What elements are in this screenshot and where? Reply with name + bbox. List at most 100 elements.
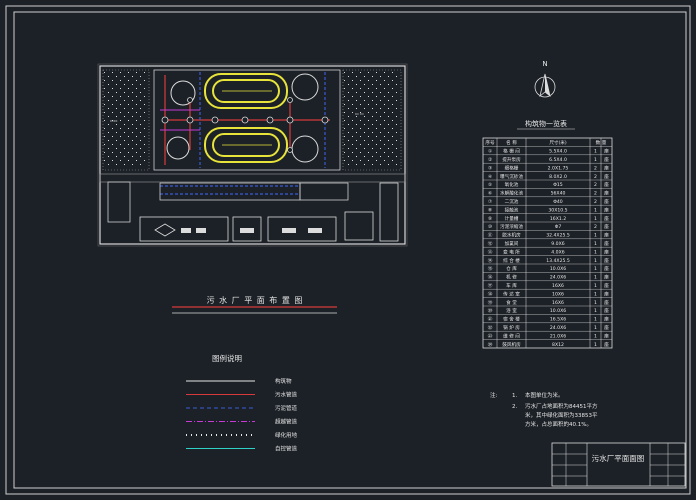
- table-cell: 1: [594, 266, 597, 272]
- table-cell: 座: [604, 173, 609, 180]
- table-cell: 21.0X6: [550, 333, 566, 339]
- table-cell: 锅 炉 房: [503, 324, 520, 331]
- table-header-cell: 数 量: [596, 139, 607, 146]
- table-cell: 1: [594, 207, 597, 213]
- table-cell: 24.0X6: [550, 275, 566, 281]
- table-cell: 1: [594, 291, 597, 297]
- component-table: 构筑物一览表 序号 名 称 尺寸(米) 数 量 ① 格 栅 间 5.5X4.0 1 座 ② 提升泵房…: [482, 119, 613, 349]
- table-cell: 16X6: [552, 300, 564, 306]
- table-cell: 2.0X1.75: [548, 165, 569, 171]
- table-cell: ⑱: [488, 290, 493, 297]
- table-cell: 水解酸化池: [500, 190, 523, 197]
- table-cell: 座: [604, 240, 609, 247]
- table-header-cell: 名 称: [506, 139, 517, 146]
- table-cell: Φ7: [555, 224, 562, 230]
- table-cell: 座: [604, 156, 609, 163]
- plan-title-group: 污 水 厂 平 面 布 置 图: [172, 295, 337, 314]
- table-header-cell: 序号: [485, 139, 495, 146]
- table-cell: ⑲: [488, 299, 493, 306]
- table-cell: 格 栅 间: [503, 148, 520, 155]
- table-cell: 1: [594, 249, 597, 255]
- clarifier-4: [291, 135, 319, 163]
- table-cell: 曝气沉砂池: [500, 173, 523, 180]
- table-cell: 座: [604, 223, 609, 230]
- table-cell: 9.0X6: [551, 241, 564, 247]
- table-cell: 氧化池: [505, 181, 519, 188]
- table-grid: 序号 名 称 尺寸(米) 数 量 ① 格 栅 间 5.5X4.0 1 座 ② 提升泵房 6.5X4.0…: [482, 137, 613, 349]
- table-title: 构筑物一览表: [525, 119, 567, 128]
- table-header-cell: 尺寸(米): [549, 139, 567, 146]
- table-cell: ⑳: [488, 307, 493, 314]
- table-cell: ⑤: [488, 182, 492, 188]
- table-cell: ②: [488, 157, 492, 163]
- table-cell: 传 达 室: [503, 290, 520, 297]
- table-cell: 综 合 楼: [503, 257, 520, 264]
- table-cell: ㉒: [488, 324, 493, 331]
- table-cell: 座: [604, 232, 609, 239]
- table-cell: 30X10.5: [548, 207, 567, 213]
- table-cell: 16X6: [552, 283, 564, 289]
- table-cell: 计量槽: [505, 215, 519, 222]
- gate-building: [107, 181, 131, 223]
- svg-text:▭▭: ▭▭: [110, 118, 118, 123]
- garage: [379, 182, 399, 242]
- legend-item: 污水管道: [186, 391, 298, 399]
- table-cell: ⑫: [488, 240, 493, 247]
- table-cell: 56X40: [551, 191, 566, 197]
- table-cell: 座: [604, 316, 609, 323]
- table-cell: ④: [488, 174, 492, 180]
- table-cell: 1: [594, 149, 597, 155]
- outer-frame: [5, 5, 691, 495]
- lower-details: [181, 228, 322, 233]
- table-cell: 座: [604, 164, 609, 171]
- table-cell: 2: [594, 165, 597, 171]
- table-cell: 食 堂: [506, 299, 517, 306]
- note-number: 1.: [512, 393, 517, 399]
- table-cell: 座: [604, 198, 609, 205]
- table-cell: ⑯: [488, 274, 493, 281]
- notes-label: 注:: [490, 391, 498, 399]
- table-cell: 1: [594, 342, 597, 348]
- legend-label: 自控管道: [275, 445, 298, 453]
- table-cell: ①: [488, 149, 492, 155]
- table-cell: ⑬: [488, 248, 493, 255]
- table-cell: 座: [604, 299, 609, 306]
- table-cell: 4.0X6: [551, 249, 564, 255]
- table-cell: 24.0X6: [550, 325, 566, 331]
- table-cell: ⑧: [488, 207, 492, 213]
- table-cell: 变 电 所: [503, 248, 520, 255]
- table-cell: ㉔: [488, 341, 493, 348]
- svg-text:▭ ▭: ▭ ▭: [355, 111, 364, 116]
- table-cell: 座: [604, 215, 609, 222]
- table-cell: 宿 舍 楼: [503, 316, 520, 323]
- table-cell: ⑨: [488, 216, 492, 222]
- legend-title: 图例说明: [212, 353, 242, 363]
- table-cell: 污泥浓缩池: [500, 223, 523, 230]
- table-cell: 1: [594, 325, 597, 331]
- legend-label: 污水管道: [275, 391, 298, 399]
- table-cell: 8.0X2.0: [549, 174, 567, 180]
- lower-buildings: [139, 182, 399, 242]
- table-cell: 1: [594, 241, 597, 247]
- table-cell: 2: [594, 191, 597, 197]
- table-cell: 1: [594, 258, 597, 264]
- notes-body: 1. 本图单位为米。 2. 污水厂占地面积为84451平方米，其中绿化面积为33853…: [512, 391, 598, 428]
- dormitory: [267, 216, 337, 242]
- table-cell: 座: [604, 274, 609, 281]
- table-cell: 2: [594, 182, 597, 188]
- table-cell: 1: [594, 233, 597, 239]
- legend-item: 构筑物: [186, 377, 292, 385]
- table-cell: 1: [594, 216, 597, 222]
- blower-building: [299, 182, 349, 201]
- drawing-canvas: ▭ ▭ ▭▭ N 污 水 厂 平 面 布 置 图 图例说明 构筑物污水管道污泥管…: [5, 5, 691, 495]
- table-cell: 鼓风机房: [502, 341, 521, 348]
- table-cell: 座: [604, 324, 609, 331]
- table-cell: 1: [594, 317, 597, 323]
- table-cell: 1: [594, 308, 597, 314]
- table-cell: 提升泵房: [502, 156, 521, 163]
- green-areas: [104, 72, 397, 165]
- table-cell: ㉓: [488, 332, 493, 339]
- table-cell: ⑭: [488, 257, 493, 264]
- note-line: 方米，占总面积的40.1%。: [525, 420, 592, 428]
- table-cell: 接触池: [505, 206, 519, 213]
